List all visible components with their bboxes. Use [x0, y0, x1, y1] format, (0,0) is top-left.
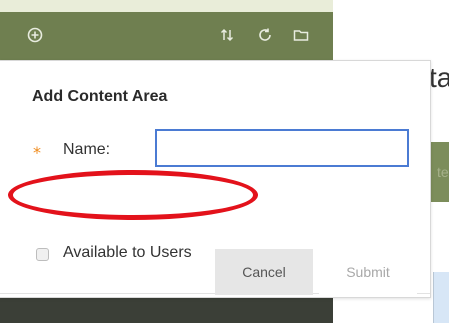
background-thumbnail [433, 272, 449, 323]
cancel-button[interactable]: Cancel [215, 249, 313, 295]
sort-arrows-icon[interactable] [218, 26, 236, 44]
dialog-title: Add Content Area [32, 88, 168, 105]
background-heading-fragment: ta [429, 62, 449, 93]
background-button-fragment: te [437, 164, 449, 180]
name-field[interactable] [155, 129, 409, 167]
course-menu-toolbar [0, 0, 333, 60]
submit-button[interactable]: Submit [319, 249, 417, 295]
toolbar-top-strip [0, 0, 333, 12]
available-to-users-label[interactable]: Available to Users [63, 244, 192, 262]
folder-icon[interactable] [292, 26, 310, 44]
background-green-button: te [431, 142, 449, 202]
available-to-users-checkbox[interactable] [36, 248, 49, 261]
required-marker: * [33, 143, 41, 162]
add-circle-icon[interactable] [26, 26, 44, 44]
name-label: Name: [63, 141, 111, 158]
refresh-icon[interactable] [256, 26, 274, 44]
menu-background-dark [0, 296, 333, 323]
